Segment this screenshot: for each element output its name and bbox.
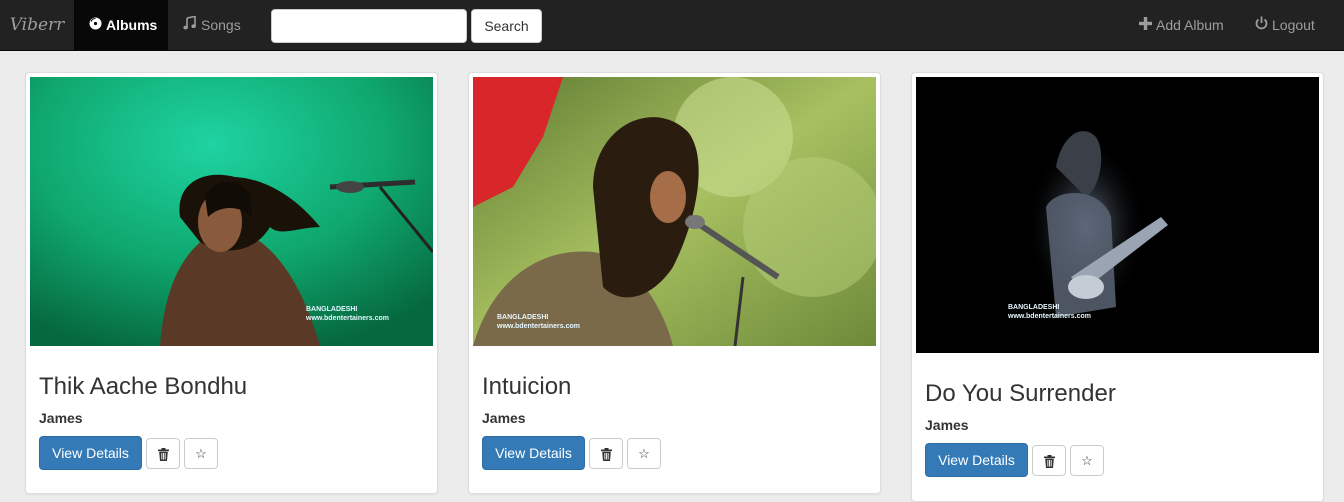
view-details-button[interactable]: View Details [39,436,142,470]
favorite-album-button[interactable]: ☆ [184,438,218,469]
nav-albums[interactable]: Albums [74,0,168,51]
album-cover-image[interactable]: BANGLADESHI www.bdentertainers.com [916,77,1319,353]
star-icon: ☆ [638,446,650,461]
view-details-button[interactable]: View Details [482,436,585,470]
power-icon [1255,0,1268,51]
top-navbar: Viberr Albums Songs Search Add Album Log… [0,0,1344,51]
disc-icon [89,0,102,51]
favorite-album-button[interactable]: ☆ [627,438,661,469]
trash-icon [157,446,169,462]
nav-logout-label: Logout [1272,17,1315,33]
brand-logo[interactable]: Viberr [0,0,74,51]
album-card: BANGLADESHI www.bdentertainers.com Intui… [468,72,881,494]
delete-album-button[interactable] [589,438,623,469]
album-artist: James [39,410,83,426]
nav-add-album[interactable]: Add Album [1127,0,1239,51]
watermark-brand: BANGLADESHI [1008,304,1060,311]
nav-logout[interactable]: Logout [1243,0,1333,51]
plus-icon [1139,0,1152,51]
view-details-button[interactable]: View Details [925,443,1028,477]
star-icon: ☆ [1081,453,1093,468]
album-artist: James [925,417,969,433]
search-button[interactable]: Search [471,9,542,43]
nav-songs-label: Songs [201,17,241,33]
album-title: Thik Aache Bondhu [39,373,248,400]
album-title: Intuicion [482,373,572,400]
watermark-url: www.bdentertainers.com [1008,313,1091,320]
watermark-url: www.bdentertainers.com [497,323,580,330]
watermark-brand: BANGLADESHI [306,306,358,313]
search-input[interactable] [271,9,467,43]
album-card: BANGLADESHI www.bdentertainers.com Do Yo… [911,72,1324,502]
album-card: BANGLADESHI www.bdentertainers.com Thik … [25,72,438,494]
nav-add-album-label: Add Album [1156,17,1224,33]
star-icon: ☆ [195,446,207,461]
delete-album-button[interactable] [1032,445,1066,476]
album-title: Do You Surrender [925,380,1116,407]
favorite-album-button[interactable]: ☆ [1070,445,1104,476]
music-note-icon [183,0,197,51]
album-cover-image[interactable]: BANGLADESHI www.bdentertainers.com [473,77,876,346]
album-cover-image[interactable]: BANGLADESHI www.bdentertainers.com [30,77,433,346]
trash-icon [600,446,612,462]
delete-album-button[interactable] [146,438,180,469]
nav-songs[interactable]: Songs [168,0,260,51]
trash-icon [1043,453,1055,469]
nav-albums-label: Albums [106,17,158,33]
album-artist: James [482,410,526,426]
watermark-brand: BANGLADESHI [497,314,549,321]
watermark-url: www.bdentertainers.com [306,315,389,322]
